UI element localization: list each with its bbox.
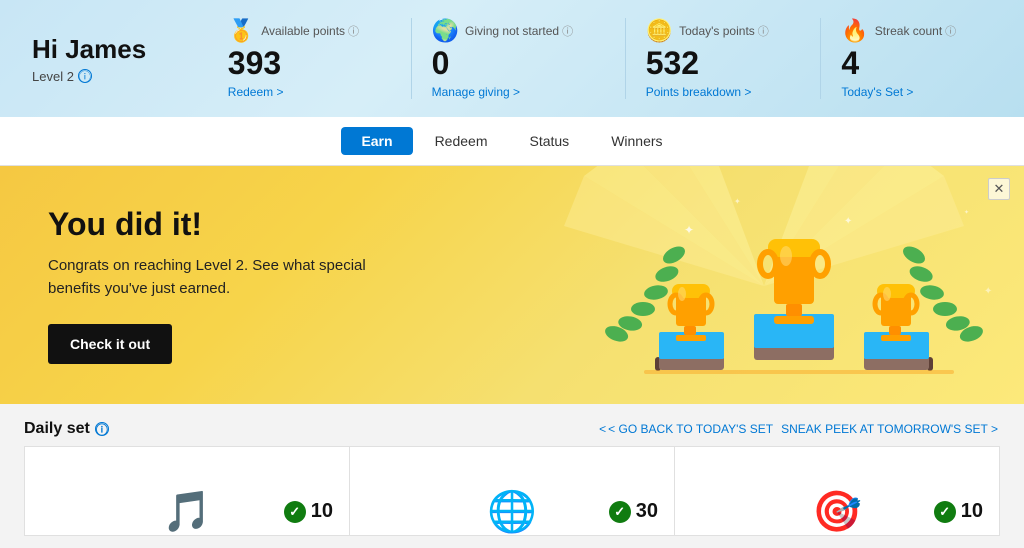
header-section: Hi James Level 2 ⓘ 🥇 Available points ⓘ …	[0, 0, 1024, 117]
daily-card-2[interactable]: 🎯 ✓ 10	[675, 446, 1000, 536]
level-badge: Level 2 ⓘ	[32, 69, 192, 84]
card-0-image: 🎵	[162, 488, 212, 535]
tab-winners[interactable]: Winners	[591, 127, 682, 155]
card-2-points: ✓ 10	[934, 500, 983, 523]
streak-value: 4	[841, 46, 859, 81]
go-back-today-link[interactable]: < < GO BACK TO TODAY'S SET	[599, 422, 773, 436]
redeem-link[interactable]: Redeem >	[228, 85, 284, 99]
daily-set-navigation: < < GO BACK TO TODAY'S SET SNEAK PEEK AT…	[599, 422, 1000, 436]
promo-banner: You did it! Congrats on reaching Level 2…	[0, 166, 1024, 404]
card-1-points: ✓ 30	[609, 500, 658, 523]
giving-value: 0	[432, 46, 450, 81]
daily-set-info-icon[interactable]: ⓘ	[95, 422, 109, 436]
svg-text:✦: ✦	[734, 197, 741, 206]
flame-icon: 🔥	[841, 18, 868, 44]
today-points-label: Today's points ⓘ	[679, 23, 769, 39]
medal-icon: 🥇	[228, 18, 255, 44]
manage-giving-link[interactable]: Manage giving >	[432, 85, 520, 99]
banner-close-button[interactable]: ✕	[988, 178, 1010, 200]
trophy-svg: ✦ ✦ ✦ ✦ ✦ ✦ ✦	[564, 174, 1024, 404]
stat-giving: 🌍 Giving not started ⓘ 0 Manage giving >	[411, 18, 593, 99]
stats-row: 🥇 Available points ⓘ 393 Redeem > 🌍 Givi…	[192, 18, 992, 99]
banner-body: Congrats on reaching Level 2. See what s…	[48, 255, 372, 300]
chevron-left-icon: <	[599, 422, 606, 436]
globe-icon: 🌍	[432, 18, 459, 44]
available-points-label: Available points ⓘ	[261, 23, 359, 39]
available-points-value: 393	[228, 46, 281, 81]
coins-icon: 🪙	[646, 18, 673, 44]
today-points-info-icon[interactable]: ⓘ	[758, 23, 769, 39]
check-it-out-button[interactable]: Check it out	[48, 324, 172, 364]
available-points-info-icon[interactable]: ⓘ	[348, 23, 359, 39]
daily-cards-row: 🎵 ✓ 10 🌐 ✓ 30 🎯 ✓ 10	[24, 446, 1000, 536]
daily-set-section: Daily set ⓘ < < GO BACK TO TODAY'S SET S…	[0, 404, 1024, 536]
daily-set-title: Daily set ⓘ	[24, 420, 109, 438]
daily-set-header: Daily set ⓘ < < GO BACK TO TODAY'S SET S…	[24, 420, 1000, 438]
stat-today-points: 🪙 Today's points ⓘ 532 Points breakdown …	[625, 18, 789, 99]
giving-info-icon[interactable]: ⓘ	[562, 23, 573, 39]
streak-info-icon[interactable]: ⓘ	[945, 23, 956, 39]
card-1-points-value: 30	[636, 500, 658, 523]
todays-set-link[interactable]: Today's Set >	[841, 85, 913, 99]
card-2-image: 🎯	[812, 488, 862, 535]
tab-status[interactable]: Status	[509, 127, 589, 155]
today-points-value: 532	[646, 46, 699, 81]
card-0-points: ✓ 10	[284, 500, 333, 523]
level-info-icon[interactable]: ⓘ	[78, 69, 92, 83]
stat-available-points: 🥇 Available points ⓘ 393 Redeem >	[208, 18, 379, 99]
card-2-check-icon: ✓	[934, 501, 956, 523]
sneak-peek-link[interactable]: SNEAK PEEK AT TOMORROW'S SET >	[781, 422, 1000, 436]
stat-streak: 🔥 Streak count ⓘ 4 Today's Set >	[820, 18, 976, 99]
svg-text:✦: ✦	[964, 209, 969, 216]
streak-label: Streak count ⓘ	[875, 23, 956, 39]
card-0-check-icon: ✓	[284, 501, 306, 523]
giving-label: Giving not started ⓘ	[465, 23, 573, 39]
daily-card-0[interactable]: 🎵 ✓ 10	[24, 446, 350, 536]
card-1-check-icon: ✓	[609, 501, 631, 523]
tab-earn[interactable]: Earn	[341, 127, 412, 155]
banner-text-area: You did it! Congrats on reaching Level 2…	[0, 166, 420, 404]
user-greeting-block: Hi James Level 2 ⓘ	[32, 34, 192, 84]
daily-card-1[interactable]: 🌐 ✓ 30	[350, 446, 675, 536]
level-label: Level 2	[32, 69, 74, 84]
banner-illustration: ✦ ✦ ✦ ✦ ✦ ✦ ✦	[504, 166, 1024, 404]
points-breakdown-link[interactable]: Points breakdown >	[646, 85, 752, 99]
svg-text:✦: ✦	[984, 286, 992, 297]
tab-redeem[interactable]: Redeem	[415, 127, 508, 155]
card-2-points-value: 10	[961, 500, 983, 523]
card-0-points-value: 10	[311, 500, 333, 523]
svg-text:✦: ✦	[684, 223, 694, 237]
card-1-image: 🌐	[487, 488, 537, 535]
banner-headline: You did it!	[48, 206, 372, 243]
greeting-text: Hi James	[32, 34, 192, 65]
nav-tabs-bar: Earn Redeem Status Winners	[0, 117, 1024, 166]
svg-text:✦: ✦	[844, 216, 852, 227]
